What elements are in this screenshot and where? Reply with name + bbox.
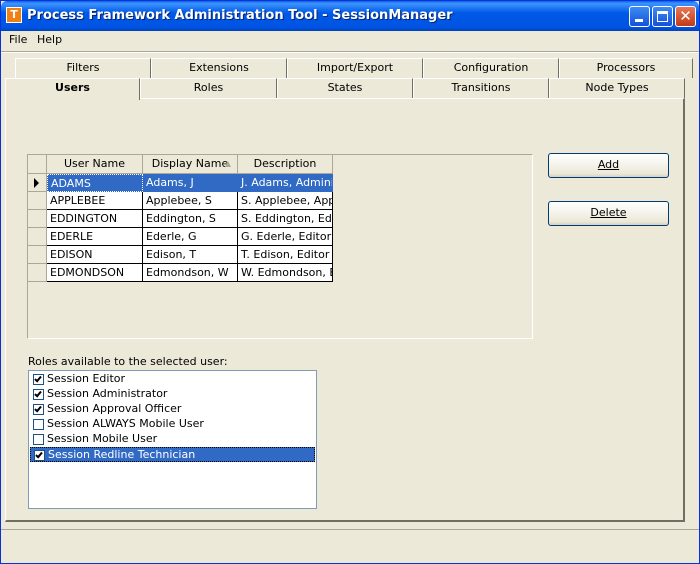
checkbox-unchecked[interactable] xyxy=(33,419,44,430)
menu-bar: File Help xyxy=(1,31,699,49)
tab-users[interactable]: Users xyxy=(5,78,140,100)
table-cell[interactable]: EDISON xyxy=(47,246,143,264)
role-label: Session Editor xyxy=(47,372,126,385)
row-selector[interactable] xyxy=(28,246,47,264)
main-window: T Process Framework Administration Tool … xyxy=(0,0,700,564)
table-cell[interactable]: EDERLE xyxy=(47,228,143,246)
minimize-icon xyxy=(635,19,643,22)
menu-help[interactable]: Help xyxy=(33,33,66,46)
table-cell[interactable]: J. Adams, Administ xyxy=(238,174,333,192)
role-item[interactable]: Session ALWAYS Mobile User xyxy=(30,417,315,432)
table-cell[interactable]: S. Applebee, Appro xyxy=(238,192,333,210)
maximize-button[interactable] xyxy=(652,6,673,27)
users-grid[interactable]: User Name Display Name ▲ Description ADA… xyxy=(27,154,533,339)
close-button[interactable]: ✕ xyxy=(675,6,696,27)
role-label: Session Mobile User xyxy=(47,432,158,445)
sort-ascending-icon: ▲ xyxy=(224,159,231,168)
menu-separator xyxy=(1,51,699,53)
tab-roles[interactable]: Roles xyxy=(140,78,277,98)
role-item[interactable]: Session Editor xyxy=(30,372,315,387)
tab-node-types[interactable]: Node Types xyxy=(549,78,685,98)
add-button-label: Add xyxy=(597,158,620,171)
role-item-selected[interactable]: Session Redline Technician xyxy=(30,447,315,462)
table-cell[interactable]: S. Eddington, Edito xyxy=(238,210,333,228)
column-header-description[interactable]: Description xyxy=(238,155,333,174)
table-cell[interactable]: Edmondson, W xyxy=(143,264,238,282)
grid-corner xyxy=(28,155,47,174)
table-cell[interactable]: G. Ederle, Editor xyxy=(238,228,333,246)
column-header-user-name[interactable]: User Name xyxy=(47,155,143,174)
row-selector-current[interactable] xyxy=(28,174,47,192)
role-item[interactable]: Session Approval Officer xyxy=(30,402,315,417)
status-bar xyxy=(1,529,699,563)
table-cell[interactable]: Ederle, G xyxy=(143,228,238,246)
close-icon: ✕ xyxy=(679,7,692,25)
delete-button-label: Delete xyxy=(590,206,627,219)
role-label: Session Approval Officer xyxy=(47,402,182,415)
delete-button[interactable]: Delete xyxy=(548,201,669,226)
table-cell[interactable]: Applebee, S xyxy=(143,192,238,210)
role-item[interactable]: Session Mobile User xyxy=(30,432,315,447)
table-cell[interactable]: Eddington, S xyxy=(143,210,238,228)
row-selector[interactable] xyxy=(28,192,47,210)
roles-checklist[interactable]: Session Editor Session Administrator Ses… xyxy=(28,370,317,509)
check-icon xyxy=(34,389,42,398)
role-label: Session Redline Technician xyxy=(48,448,196,461)
table-cell[interactable]: W. Edmondson, Ed xyxy=(238,264,333,282)
add-button[interactable]: Add xyxy=(548,153,669,178)
row-selector[interactable] xyxy=(28,228,47,246)
tab-import-export[interactable]: Import/Export xyxy=(287,58,423,78)
minimize-button[interactable] xyxy=(629,6,650,27)
table-cell[interactable]: Adams, J xyxy=(143,174,238,192)
role-label: Session Administrator xyxy=(47,387,168,400)
checkbox-unchecked[interactable] xyxy=(33,434,44,445)
tab-transitions[interactable]: Transitions xyxy=(413,78,549,98)
role-item[interactable]: Session Administrator xyxy=(30,387,315,402)
maximize-icon xyxy=(657,11,668,22)
tab-extensions[interactable]: Extensions xyxy=(151,58,287,78)
title-bar[interactable]: T Process Framework Administration Tool … xyxy=(1,1,699,31)
check-icon xyxy=(34,404,42,413)
roles-label: Roles available to the selected user: xyxy=(28,355,228,368)
checkbox-checked[interactable] xyxy=(33,404,44,415)
checkbox-checked[interactable] xyxy=(33,389,44,400)
menu-file[interactable]: File xyxy=(5,33,31,46)
window-title: Process Framework Administration Tool - … xyxy=(27,8,453,23)
current-row-arrow-icon xyxy=(34,178,39,188)
table-cell[interactable]: EDDINGTON xyxy=(47,210,143,228)
check-icon xyxy=(34,374,42,383)
tab-states[interactable]: States xyxy=(277,78,413,98)
checkbox-checked[interactable] xyxy=(34,450,45,461)
column-header-label: Display Name xyxy=(151,157,229,170)
table-cell[interactable]: ADAMS xyxy=(47,174,143,192)
table-cell[interactable]: Edison, T xyxy=(143,246,238,264)
table-cell[interactable]: T. Edison, Editor xyxy=(238,246,333,264)
tab-processors[interactable]: Processors xyxy=(559,58,693,78)
row-selector[interactable] xyxy=(28,210,47,228)
app-icon: T xyxy=(6,7,22,23)
checkbox-checked[interactable] xyxy=(33,374,44,385)
role-label: Session ALWAYS Mobile User xyxy=(47,417,204,430)
row-selector[interactable] xyxy=(28,264,47,282)
table-cell[interactable]: EDMONDSON xyxy=(47,264,143,282)
tab-configuration[interactable]: Configuration xyxy=(423,58,559,78)
column-header-display-name[interactable]: Display Name ▲ xyxy=(143,155,238,174)
check-icon xyxy=(35,450,43,459)
table-cell[interactable]: APPLEBEE xyxy=(47,192,143,210)
tab-filters[interactable]: Filters xyxy=(15,58,151,78)
